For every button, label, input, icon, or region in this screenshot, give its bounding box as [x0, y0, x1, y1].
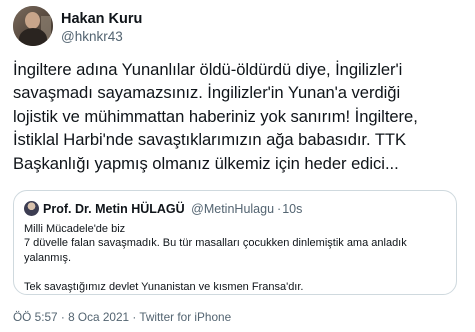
quoted-tweet-age: 10s	[282, 202, 303, 216]
quoted-tweet-header: Prof. Dr. Metin HÜLAGÜ @MetinHulagu ·10s	[24, 201, 302, 217]
quoted-author-display-name: Prof. Dr. Metin HÜLAGÜ	[43, 202, 185, 216]
author-handle[interactable]: @hknkr43	[61, 28, 142, 46]
avatar-shoulders	[19, 28, 47, 46]
tweet-header: Hakan Kuru @hknkr43	[13, 6, 453, 46]
tweet-timestamp-source[interactable]: ÖÖ 5:57 · 8 Oca 2021 · Twitter for iPhon…	[13, 309, 231, 325]
tweet-card: Hakan Kuru @hknkr43 İngiltere adına Yuna…	[0, 0, 475, 332]
quoted-tweet-text: Milli Mücadele'de biz 7 düvelle falan sa…	[24, 223, 407, 293]
quoted-separator: ·	[277, 202, 282, 216]
tweet-text: İngiltere adına Yunanlılar öldü-öldürdü …	[13, 60, 418, 173]
avatar-face	[25, 12, 40, 29]
author-display-name[interactable]: Hakan Kuru	[61, 10, 142, 28]
quoted-author-handle: @MetinHulagu	[191, 202, 275, 216]
quoted-tweet[interactable]: Prof. Dr. Metin HÜLAGÜ @MetinHulagu ·10s …	[13, 190, 457, 295]
author-avatar[interactable]	[13, 6, 53, 46]
quoted-author-avatar	[24, 201, 39, 216]
author-block: Hakan Kuru @hknkr43	[61, 10, 142, 46]
